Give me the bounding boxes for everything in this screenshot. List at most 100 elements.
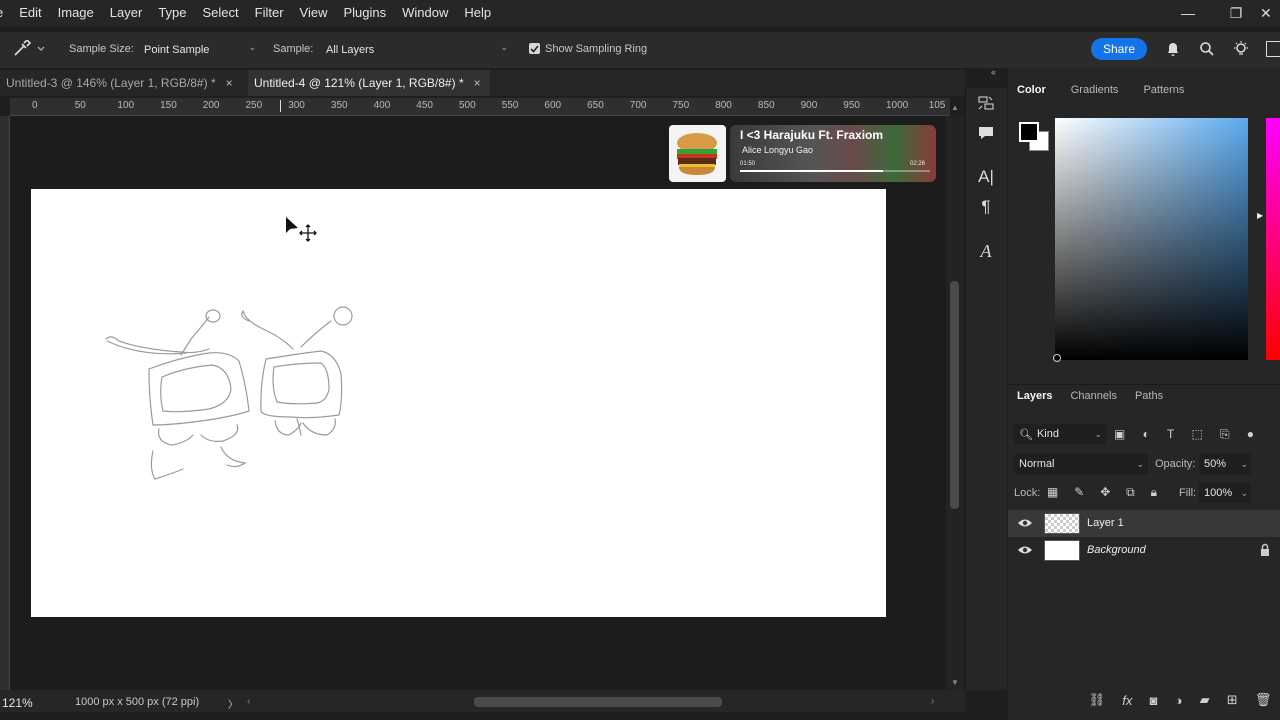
- fill-input[interactable]: 100% ⌄: [1199, 483, 1251, 503]
- ruler-tick-label: 400: [373, 100, 391, 111]
- zoom-level[interactable]: 121%: [2, 696, 33, 710]
- menu-image[interactable]: Image: [50, 0, 102, 26]
- character-panel-icon[interactable]: A|: [975, 166, 997, 188]
- close-tab-icon[interactable]: ×: [226, 76, 233, 90]
- paragraph-panel-icon[interactable]: ¶: [975, 196, 997, 218]
- new-group-icon[interactable]: ▰: [1200, 692, 1210, 708]
- close-window-button[interactable]: ✕: [1260, 0, 1280, 26]
- layer-filter-buttons: ▣ ◐ T ⬚ ⎘ ●: [1114, 426, 1254, 442]
- ruler-tick-label: 350: [330, 100, 348, 111]
- glyphs-panel-icon[interactable]: A: [975, 240, 997, 262]
- eyedropper-tool-icon[interactable]: [12, 38, 46, 58]
- status-menu-arrow[interactable]: 〉: [228, 696, 238, 711]
- scroll-right-arrow-icon[interactable]: ›: [931, 696, 934, 707]
- close-tab-icon[interactable]: ×: [474, 76, 481, 90]
- scroll-left-arrow-icon[interactable]: ‹: [247, 696, 250, 707]
- filter-pixel-icon[interactable]: ▣: [1114, 427, 1125, 441]
- lock-artboard-icon[interactable]: ⧉: [1126, 485, 1135, 501]
- menu-type[interactable]: Type: [150, 0, 194, 26]
- share-button[interactable]: Share: [1091, 38, 1147, 60]
- menu-layer[interactable]: Layer: [102, 0, 151, 26]
- search-icon[interactable]: [1199, 41, 1215, 57]
- show-ring-checkbox[interactable]: [529, 43, 540, 54]
- tab-untitled-4[interactable]: Untitled-4 @ 121% (Layer 1, RGB/8#) * ×: [248, 70, 490, 96]
- horizontal-scroll-thumb[interactable]: [474, 697, 722, 707]
- delete-layer-icon[interactable]: 🗑︎: [1255, 692, 1272, 708]
- tab-label: Untitled-3 @ 146% (Layer 1, RGB/8#) *: [6, 76, 216, 90]
- vertical-scrollbar[interactable]: [946, 116, 964, 690]
- tab-untitled-3[interactable]: Untitled-3 @ 146% (Layer 1, RGB/8#) * ×: [0, 70, 244, 96]
- menu-view[interactable]: View: [292, 0, 336, 26]
- layer-filter-kind-dropdown[interactable]: 🔍︎ Kind ⌄: [1014, 424, 1106, 444]
- lock-all-icon[interactable]: 🔒︎: [1151, 485, 1157, 501]
- sample-dropdown[interactable]: All Layers ⌄: [322, 40, 512, 60]
- filter-adjustment-icon[interactable]: ◐: [1143, 427, 1150, 441]
- opacity-input[interactable]: 50% ⌄: [1199, 454, 1251, 474]
- menu-help[interactable]: Help: [456, 0, 499, 26]
- comments-icon[interactable]: [975, 122, 997, 144]
- ruler-tick-label: 450: [416, 100, 433, 111]
- menu-bar: e Edit Image Layer Type Select Filter Vi…: [0, 0, 1280, 26]
- minimize-button[interactable]: —: [1164, 0, 1212, 26]
- scroll-thumb[interactable]: [950, 281, 959, 509]
- menu-filter[interactable]: Filter: [247, 0, 292, 26]
- scroll-up-arrow-icon[interactable]: ▲: [951, 103, 959, 112]
- restore-button[interactable]: ❐: [1212, 0, 1260, 26]
- hue-slider-pointer-icon[interactable]: ▶: [1257, 211, 1263, 220]
- search-icon: 🔍︎: [1019, 428, 1033, 441]
- filter-type-icon[interactable]: T: [1167, 427, 1174, 441]
- layer-name: Layer 1: [1087, 517, 1124, 529]
- visibility-eye-icon[interactable]: [1017, 543, 1033, 557]
- chevron-down-icon: ⌄: [1136, 458, 1144, 469]
- menu-window[interactable]: Window: [394, 0, 456, 26]
- track-progress-bar[interactable]: [740, 170, 930, 172]
- filter-smart-object-icon[interactable]: ⎘: [1220, 427, 1230, 442]
- workspace-switcher-icon[interactable]: [1266, 41, 1280, 57]
- lock-image-icon[interactable]: ✎: [1074, 485, 1084, 501]
- filter-shape-icon[interactable]: ⬚: [1191, 427, 1202, 441]
- chevron-down-icon: ⌄: [248, 42, 256, 52]
- ruler-tick-label: 50: [74, 100, 86, 111]
- sample-size-dropdown[interactable]: Point Sample ⌄: [140, 40, 260, 60]
- menu-plugins[interactable]: Plugins: [335, 0, 394, 26]
- blend-mode-dropdown[interactable]: Normal ⌄: [1014, 454, 1148, 474]
- ruler-tick-label: 900: [800, 100, 818, 111]
- tab-gradients[interactable]: Gradients: [1071, 84, 1119, 102]
- show-ring-label: Show Sampling Ring: [545, 43, 648, 55]
- visibility-eye-icon[interactable]: [1017, 516, 1033, 530]
- collapse-panels-icon[interactable]: «: [991, 67, 996, 77]
- tab-color[interactable]: Color: [1017, 84, 1046, 102]
- chevron-down-icon: ⌄: [1240, 487, 1248, 498]
- ruler-cursor-marker: [280, 100, 281, 112]
- adjustment-layer-icon[interactable]: ◑: [1175, 693, 1183, 708]
- tab-layers[interactable]: Layers: [1017, 390, 1052, 408]
- layer-style-fx-icon[interactable]: fx: [1122, 693, 1132, 708]
- lock-position-icon[interactable]: ✥: [1100, 485, 1110, 501]
- discover-lightbulb-icon[interactable]: [1232, 40, 1250, 58]
- tab-patterns[interactable]: Patterns: [1143, 84, 1184, 102]
- tab-channels[interactable]: Channels: [1070, 390, 1116, 408]
- add-mask-icon[interactable]: ◙: [1150, 693, 1158, 708]
- scroll-down-arrow-icon[interactable]: ▼: [951, 678, 959, 687]
- menu-file-partial[interactable]: e: [0, 0, 11, 26]
- new-layer-icon[interactable]: ⊞: [1227, 692, 1238, 708]
- layer-row-layer-1[interactable]: Layer 1: [1008, 510, 1280, 537]
- hue-slider[interactable]: [1266, 118, 1280, 360]
- foreground-color-swatch[interactable]: [1019, 122, 1039, 142]
- document-canvas[interactable]: [31, 189, 886, 617]
- layer-row-background[interactable]: Background: [1008, 537, 1280, 564]
- lock-transparent-icon[interactable]: ▦: [1047, 485, 1058, 501]
- now-playing-widget[interactable]: I <3 Harajuku Ft. Fraxiom Alice Longyu G…: [669, 125, 936, 182]
- ruler-tick-label: 800: [715, 100, 732, 111]
- menu-edit[interactable]: Edit: [11, 0, 49, 26]
- bell-icon[interactable]: [1165, 41, 1181, 57]
- color-picker-field[interactable]: [1055, 118, 1248, 360]
- menu-select[interactable]: Select: [195, 0, 247, 26]
- color-picker-handle[interactable]: [1053, 354, 1061, 362]
- history-icon[interactable]: [975, 92, 997, 114]
- link-layers-icon[interactable]: ⛓︎: [1089, 692, 1106, 708]
- tab-paths[interactable]: Paths: [1135, 390, 1163, 408]
- filter-toggle-icon[interactable]: ●: [1247, 427, 1254, 441]
- sample-value: All Layers: [326, 44, 375, 56]
- vertical-ruler: [0, 116, 10, 690]
